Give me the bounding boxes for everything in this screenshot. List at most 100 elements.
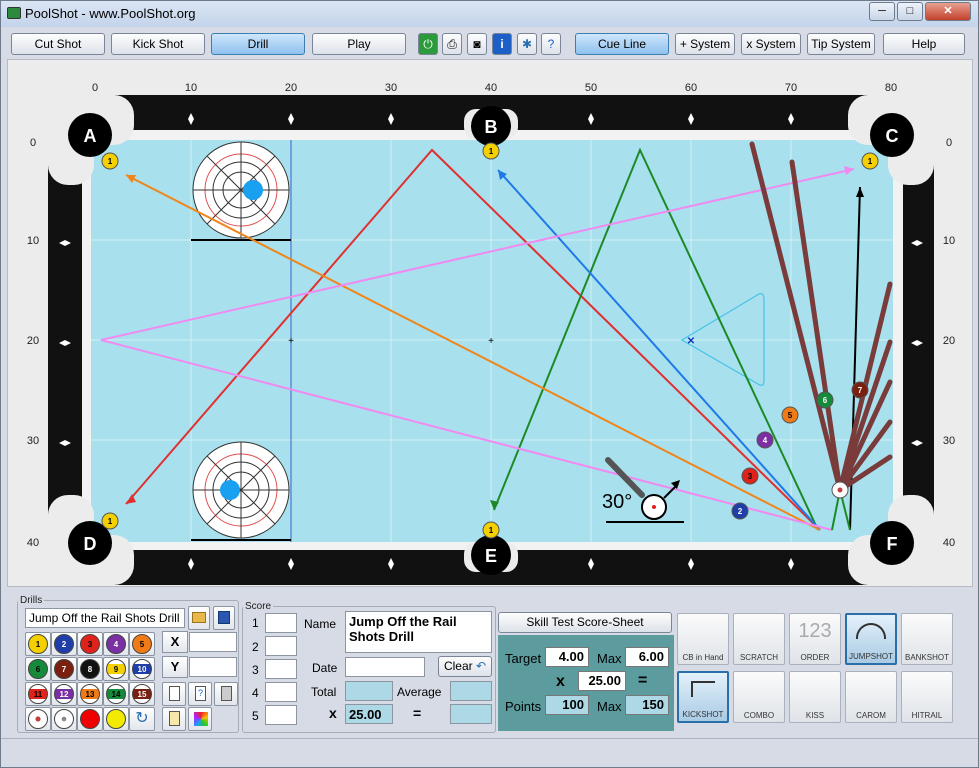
average-label: Average <box>397 685 442 699</box>
scratch-button[interactable]: SCRATCH <box>733 613 785 665</box>
cb-in-hand-caption: CB in Hand <box>682 653 724 662</box>
carom-button[interactable]: CAROM <box>845 671 897 723</box>
max-field[interactable]: 6.00 <box>625 647 669 667</box>
ball-icon-7: 7 <box>54 659 74 679</box>
ball-select-10[interactable]: 10 <box>129 657 155 681</box>
ball-select-13[interactable]: 13 <box>77 682 103 706</box>
x-system-button[interactable]: x System <box>741 33 801 55</box>
name-label: Name <box>304 617 337 631</box>
list-icon[interactable] <box>214 682 238 706</box>
play-button[interactable]: Play <box>312 33 406 55</box>
kiss-button[interactable]: KISS <box>789 671 841 723</box>
ball-icon-6: 6 <box>28 659 48 679</box>
svg-text:80: 80 <box>885 82 897 94</box>
minimize-button[interactable]: ─ <box>869 2 895 21</box>
title-bar: PoolShot - www.PoolShot.org ─ □ ✕ <box>1 1 978 27</box>
help-doc-icon[interactable]: ? <box>541 33 561 55</box>
maximize-button[interactable]: □ <box>897 2 923 21</box>
ball-select-14[interactable]: 14 <box>103 682 129 706</box>
svg-text:0: 0 <box>30 137 36 149</box>
x-value-field[interactable] <box>189 632 237 652</box>
yellow-ball-select[interactable] <box>103 707 129 731</box>
skill-test-button[interactable]: Skill Test Score-Sheet <box>498 612 672 633</box>
svg-text:40: 40 <box>943 537 955 549</box>
power-icon[interactable]: ⏻ <box>418 33 438 55</box>
scratch-caption: SCRATCH <box>739 653 779 662</box>
jumpshot-icon <box>856 623 886 639</box>
combo-button[interactable]: COMBO <box>733 671 785 723</box>
ball-select-7[interactable]: 7 <box>51 657 77 681</box>
kickshot-button[interactable]: KICKSHOT <box>677 671 729 723</box>
close-button[interactable]: ✕ <box>925 2 971 21</box>
drill-name-field[interactable]: Jump Off the Rail Shots Drill <box>25 608 185 628</box>
cue-ball-select[interactable] <box>25 707 51 731</box>
date-field[interactable] <box>345 657 425 677</box>
pocket-label-a: A <box>84 126 97 146</box>
help-document-icon[interactable]: ? <box>188 682 212 706</box>
info-icon[interactable]: i <box>492 33 512 55</box>
ball-select-2[interactable]: 2 <box>51 632 77 656</box>
cue-line-button[interactable]: Cue Line <box>575 33 669 55</box>
ball-select-15[interactable]: 15 <box>129 682 155 706</box>
target-field[interactable]: 4.00 <box>545 647 589 667</box>
date-label: Date <box>312 661 338 675</box>
help-button[interactable]: Help <box>883 33 965 55</box>
ball-icon-8: 8 <box>80 659 100 679</box>
bankshot-button[interactable]: BANKSHOT <box>901 613 953 665</box>
printer-icon[interactable]: ⎙ <box>442 33 462 55</box>
camera-icon[interactable]: ◙ <box>467 33 487 55</box>
ball-select-3[interactable]: 3 <box>77 632 103 656</box>
foot-spot-marker: ✕ <box>687 336 695 347</box>
svg-text:10: 10 <box>185 82 197 94</box>
cue-ball-select-icon <box>28 709 48 729</box>
multiply-label: x <box>329 705 337 721</box>
kick-shot-button[interactable]: Kick Shot <box>111 33 205 55</box>
open-folder-icon[interactable] <box>188 606 210 630</box>
plus-system-button[interactable]: + System <box>675 33 735 55</box>
tip-system-button[interactable]: Tip System <box>807 33 875 55</box>
ball-select-5[interactable]: 5 <box>129 632 155 656</box>
score-row-2-field[interactable] <box>265 636 297 656</box>
ball-select-1[interactable]: 1 <box>25 632 51 656</box>
save-icon[interactable] <box>213 606 235 630</box>
drill-button[interactable]: Drill <box>211 33 305 55</box>
ball-select-11[interactable]: 11 <box>25 682 51 706</box>
score-row-4-field[interactable] <box>265 682 297 702</box>
x-button[interactable]: X <box>162 631 188 653</box>
y-value-field[interactable] <box>189 657 237 677</box>
ghost-ball-select[interactable] <box>51 707 77 731</box>
svg-text:60: 60 <box>685 82 697 94</box>
cut-shot-button[interactable]: Cut Shot <box>11 33 105 55</box>
svg-text:70: 70 <box>785 82 797 94</box>
y-button[interactable]: Y <box>162 656 188 678</box>
score-row-3-field[interactable] <box>265 659 297 679</box>
rotate-icon[interactable]: ↻ <box>129 707 155 731</box>
order-caption: ORDER <box>800 653 830 662</box>
color-palette-icon[interactable] <box>188 707 212 731</box>
cb-in-hand-button[interactable]: CB in Hand <box>677 613 729 665</box>
ball-select-9[interactable]: 9 <box>103 657 129 681</box>
jumpshot-button[interactable]: JUMPSHOT <box>845 613 897 665</box>
hitrail-button[interactable]: HITRAIL <box>901 671 953 723</box>
combo-caption: COMBO <box>743 711 775 720</box>
score-row-label-1: 1 <box>252 616 259 630</box>
order-button[interactable]: 123 ORDER <box>789 613 841 665</box>
score-row-1-field[interactable] <box>265 613 297 633</box>
ball-select-4[interactable]: 4 <box>103 632 129 656</box>
pool-table[interactable]: A B C D E F 0 10 20 30 40 50 60 70 80 01… <box>8 60 974 588</box>
clear-button[interactable]: Clear ↶ <box>438 656 492 677</box>
ball-select-6[interactable]: 6 <box>25 657 51 681</box>
edit-icon[interactable] <box>162 707 186 731</box>
skill-multiplier-field[interactable]: 25.00 <box>578 671 626 691</box>
ball-select-8[interactable]: 8 <box>77 657 103 681</box>
red-ball-select[interactable] <box>77 707 103 731</box>
svg-text:30: 30 <box>385 82 397 94</box>
max-label: Max <box>597 651 622 666</box>
ball-icon-1: 1 <box>28 634 48 654</box>
new-document-icon[interactable] <box>162 682 186 706</box>
name-field[interactable]: Jump Off the Rail Shots Drill <box>345 611 492 653</box>
ball-icon-14: 14 <box>106 684 126 704</box>
settings-icon[interactable]: ✱ <box>517 33 537 55</box>
ball-select-12[interactable]: 12 <box>51 682 77 706</box>
score-row-5-field[interactable] <box>265 705 297 725</box>
